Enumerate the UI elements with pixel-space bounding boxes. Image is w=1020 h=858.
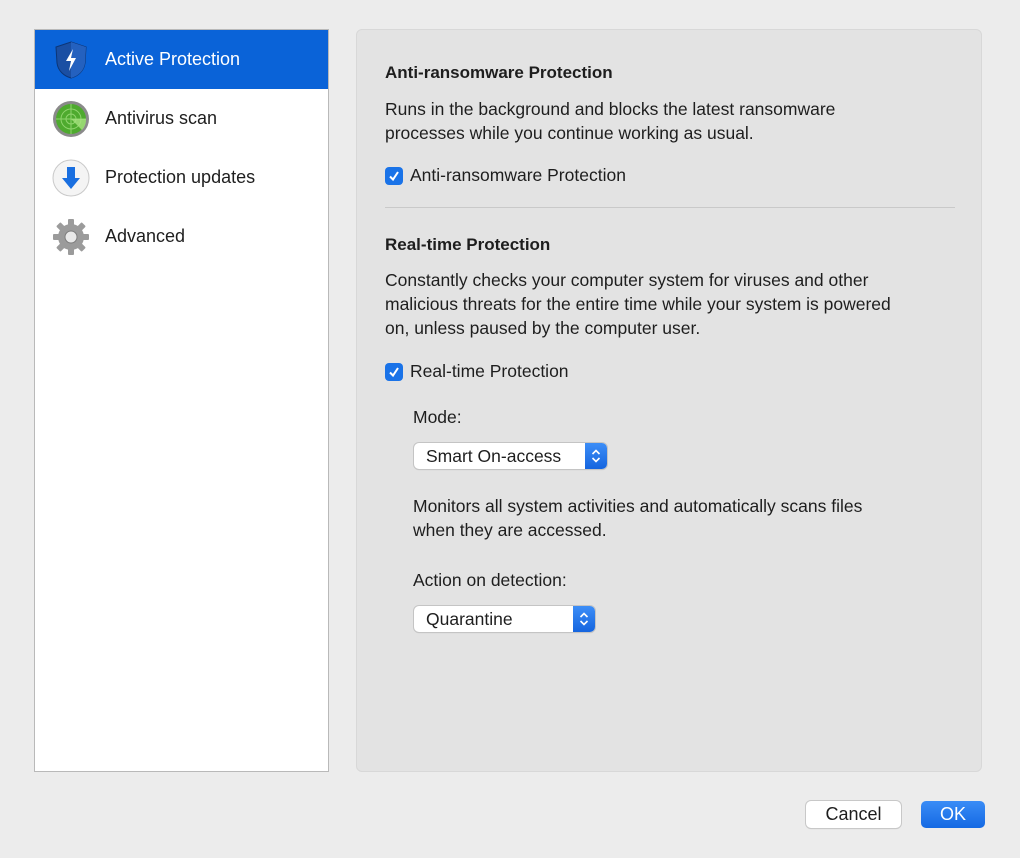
- cancel-button[interactable]: Cancel: [806, 801, 901, 828]
- action-select[interactable]: Quarantine: [414, 606, 595, 632]
- realtime-description-2: malicious threats for the entire time wh…: [385, 294, 891, 314]
- realtime-title: Real-time Protection: [385, 235, 551, 254]
- anti-ransomware-title: Anti-ransomware Protection: [385, 63, 613, 82]
- chevron-up-down-icon: [573, 606, 595, 632]
- checkbox-realtime[interactable]: [385, 362, 403, 381]
- download-arrow-icon: [51, 158, 91, 198]
- mode-description-1: Monitors all system activities and autom…: [413, 496, 863, 516]
- mode-description-2: when they are accessed.: [413, 520, 607, 540]
- realtime-description-3: on, unless paused by the computer user.: [385, 318, 701, 338]
- ok-button[interactable]: OK: [921, 801, 985, 828]
- sidebar-item-label: Protection updates: [105, 167, 256, 187]
- sidebar-item-protection-updates[interactable]: Protection updates: [35, 148, 328, 207]
- sidebar-item-label: Advanced: [105, 226, 186, 246]
- sidebar: Active Protection Antivirus scan Protect…: [34, 29, 329, 772]
- settings-panel: Anti-ransomware Protection Runs in the b…: [356, 29, 982, 772]
- chevron-up-down-icon: [585, 443, 607, 469]
- sidebar-item-antivirus-scan[interactable]: Antivirus scan: [35, 89, 328, 148]
- anti-ransomware-description-2: processes while you continue working as …: [385, 123, 754, 143]
- anti-ransomware-description-1: Runs in the background and blocks the la…: [385, 99, 836, 119]
- gear-icon: [51, 217, 91, 257]
- anti-ransomware-checkbox-row[interactable]: Anti-ransomware Protection: [385, 165, 626, 186]
- checkmark-icon: [389, 170, 399, 181]
- shield-bolt-icon: [51, 40, 91, 80]
- mode-label: Mode:: [413, 407, 462, 427]
- sidebar-item-active-protection[interactable]: Active Protection: [35, 30, 328, 89]
- realtime-description-1: Constantly checks your computer system f…: [385, 270, 869, 290]
- mode-select[interactable]: Smart On-access: [414, 443, 607, 469]
- sidebar-item-label: Antivirus scan: [105, 108, 218, 128]
- sidebar-item-advanced[interactable]: Advanced: [35, 207, 328, 266]
- radar-icon: [51, 99, 91, 139]
- mode-select-value: Smart On-access: [426, 445, 562, 466]
- realtime-checkbox-row[interactable]: Real-time Protection: [385, 361, 569, 382]
- action-select-value: Quarantine: [426, 608, 513, 629]
- checkbox-label: Real-time Protection: [410, 361, 569, 381]
- sidebar-item-label: Active Protection: [105, 49, 241, 69]
- section-divider: [385, 207, 955, 208]
- checkmark-icon: [389, 366, 399, 377]
- checkbox-anti-ransomware[interactable]: [385, 166, 403, 185]
- action-label: Action on detection:: [413, 570, 567, 590]
- checkbox-label: Anti-ransomware Protection: [410, 165, 626, 185]
